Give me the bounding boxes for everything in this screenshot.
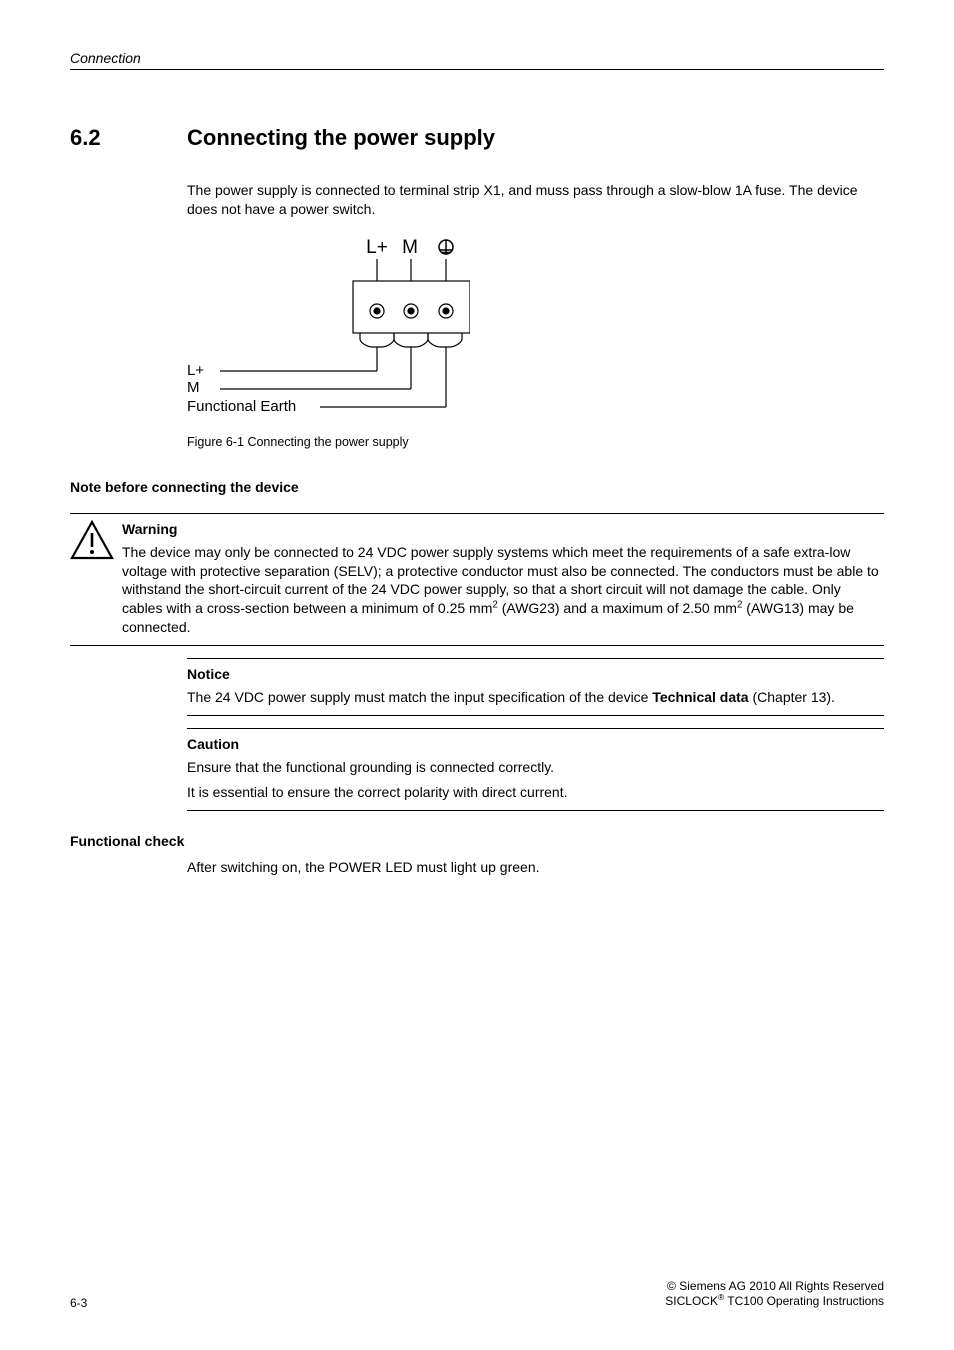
caution-line-1: Ensure that the functional grounding is … <box>187 758 884 777</box>
footer-doc-after: TC100 Operating Instructions <box>724 1294 884 1308</box>
figure-label-m-left: M <box>187 379 200 396</box>
figure-label-lplus-top: L+ <box>366 239 388 258</box>
power-supply-figure: L+ M <box>70 239 470 429</box>
section-number: 6.2 <box>70 125 187 151</box>
functional-heading: Functional check <box>70 833 884 849</box>
terminal-block <box>353 281 470 407</box>
footer-page-number: 6-3 <box>70 1296 87 1310</box>
figure-label-earth: Functional Earth <box>187 398 296 415</box>
footer-doc-before: SICLOCK <box>665 1294 718 1308</box>
warning-callout: Warning The device may only be connected… <box>187 514 884 645</box>
caution-head: Caution <box>187 735 884 754</box>
notice-text-2: (Chapter 13). <box>749 689 835 705</box>
figure-label-lplus-left: L+ <box>187 362 204 379</box>
figure-label-m-top: M <box>402 239 418 258</box>
functional-body: After switching on, the POWER LED must l… <box>187 859 884 875</box>
notice-callout: Notice The 24 VDC power supply must matc… <box>187 659 884 715</box>
warning-text-2: (AWG23) and a maximum of 2.50 mm <box>498 600 737 616</box>
warning-head: Warning <box>122 520 884 539</box>
warning-bottom-rule <box>70 645 884 646</box>
running-header: Connection <box>70 50 884 66</box>
caution-line-2: It is essential to ensure the correct po… <box>187 783 884 802</box>
caution-bottom-rule <box>187 810 884 811</box>
figure-caption: Figure 6-1 Connecting the power supply <box>187 435 884 449</box>
earth-icon <box>439 240 453 254</box>
caution-callout: Caution Ensure that the functional groun… <box>187 729 884 810</box>
intro-paragraph: The power supply is connected to termina… <box>187 181 884 219</box>
notice-bold: Technical data <box>652 689 748 705</box>
notice-bottom-rule <box>187 715 884 716</box>
notice-head: Notice <box>187 665 884 684</box>
header-rule <box>70 69 884 70</box>
warning-icon <box>70 514 122 563</box>
notice-text-1: The 24 VDC power supply must match the i… <box>187 689 652 705</box>
page-footer: 6-3 © Siemens AG 2010 All Rights Reserve… <box>70 1279 884 1310</box>
footer-copyright: © Siemens AG 2010 All Rights Reserved <box>665 1279 884 1295</box>
section-title: Connecting the power supply <box>187 125 495 151</box>
note-heading: Note before connecting the device <box>70 479 884 495</box>
